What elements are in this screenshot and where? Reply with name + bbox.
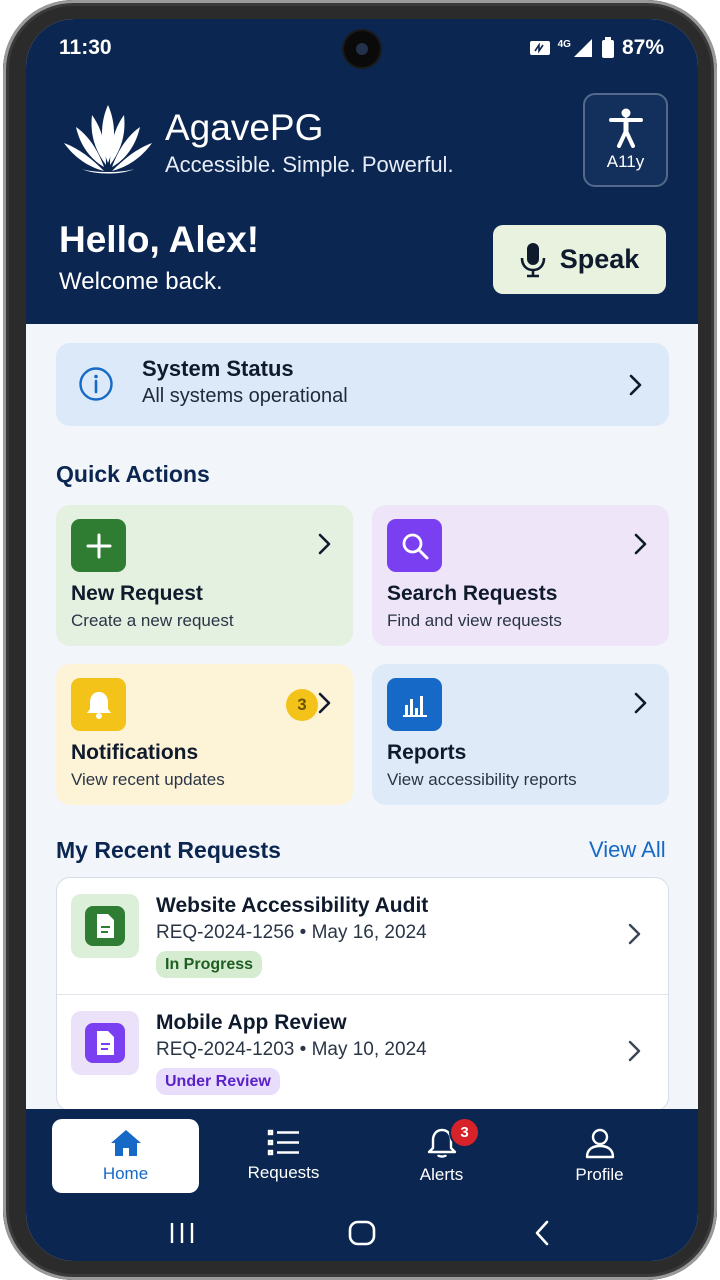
brand-block: AgavePG Accessible. Simple. Powerful. bbox=[62, 101, 462, 181]
reports-card[interactable]: Reports View accessibility reports bbox=[372, 664, 669, 805]
system-icons: 4G 87% bbox=[529, 36, 664, 60]
system-status-title: System Status bbox=[142, 356, 294, 381]
info-icon bbox=[79, 367, 113, 401]
request-meta: REQ-2024-1203 • May 10, 2024 bbox=[156, 1039, 427, 1060]
search-icon bbox=[387, 519, 442, 572]
new-request-subtitle: Create a new request bbox=[71, 611, 234, 630]
list-item[interactable]: Mobile App Review REQ-2024-1203 • May 10… bbox=[57, 994, 668, 1110]
nav-alerts-label: Alerts bbox=[419, 1165, 464, 1184]
search-requests-card[interactable]: Search Requests Find and view requests bbox=[372, 505, 669, 646]
quick-actions-title: Quick Actions bbox=[56, 461, 210, 487]
app-name: AgavePG bbox=[165, 107, 324, 148]
notifications-count-badge: 3 bbox=[286, 689, 318, 721]
recent-requests-title: My Recent Requests bbox=[56, 837, 281, 863]
notifications-card[interactable]: 3 Notifications View recent updates bbox=[56, 664, 353, 805]
system-status-subtitle: All systems operational bbox=[142, 385, 348, 407]
accessibility-person-icon bbox=[608, 108, 643, 148]
document-icon bbox=[71, 894, 139, 958]
chevron-right-icon bbox=[628, 923, 641, 945]
status-badge: In Progress bbox=[156, 951, 263, 978]
nav-profile[interactable]: Profile bbox=[526, 1119, 673, 1193]
system-status-card[interactable]: System Status All systems operational bbox=[56, 343, 669, 426]
battery-icon bbox=[601, 37, 614, 58]
list-item[interactable]: Website Accessibility Audit REQ-2024-125… bbox=[57, 878, 668, 994]
recent-requests-list: Website Accessibility Audit REQ-2024-125… bbox=[56, 877, 669, 1111]
chevron-right-icon bbox=[629, 374, 642, 396]
back-button[interactable] bbox=[512, 1205, 572, 1261]
bell-icon bbox=[71, 678, 126, 731]
app-header: 11:30 4G 87% AgavePG Accessible. Simple.… bbox=[26, 19, 698, 324]
user-icon bbox=[585, 1128, 614, 1159]
recent-apps-icon bbox=[170, 1223, 194, 1243]
bar-chart-icon bbox=[387, 678, 442, 731]
speak-button[interactable]: Speak bbox=[493, 225, 666, 294]
back-chevron-icon bbox=[535, 1220, 549, 1246]
agave-logo-icon bbox=[64, 105, 152, 174]
status-badge: Under Review bbox=[156, 1068, 280, 1095]
speak-label: Speak bbox=[559, 244, 640, 274]
request-meta: REQ-2024-1256 • May 16, 2024 bbox=[156, 922, 427, 943]
accessibility-label: A11y bbox=[606, 152, 645, 171]
chevron-right-icon bbox=[318, 692, 331, 714]
reports-subtitle: View accessibility reports bbox=[387, 770, 577, 789]
greeting-text: Hello, Alex! bbox=[59, 219, 260, 260]
request-title: Mobile App Review bbox=[156, 1011, 347, 1034]
nav-home[interactable]: Home bbox=[52, 1119, 199, 1193]
chevron-right-icon bbox=[628, 1040, 641, 1062]
plus-icon bbox=[71, 519, 126, 572]
request-title: Website Accessibility Audit bbox=[156, 894, 429, 917]
home-system-button[interactable] bbox=[332, 1205, 392, 1261]
nav-alerts[interactable]: 3 Alerts bbox=[368, 1119, 515, 1193]
nav-profile-label: Profile bbox=[575, 1165, 624, 1184]
new-request-title: New Request bbox=[71, 582, 203, 605]
battery-percent: 87% bbox=[621, 36, 664, 59]
home-icon bbox=[110, 1130, 141, 1156]
nfc-icon bbox=[529, 41, 550, 55]
search-requests-title: Search Requests bbox=[387, 582, 558, 605]
nav-home-label: Home bbox=[102, 1164, 149, 1183]
network-type: 4G bbox=[557, 38, 571, 50]
search-requests-subtitle: Find and view requests bbox=[387, 611, 562, 630]
list-icon bbox=[267, 1129, 299, 1156]
status-time: 11:30 bbox=[59, 36, 112, 59]
app-screen: 11:30 4G 87% AgavePG Accessible. Simple.… bbox=[26, 19, 698, 1261]
alerts-count-badge: 3 bbox=[451, 1119, 478, 1146]
app-tagline: Accessible. Simple. Powerful. bbox=[165, 152, 454, 177]
notifications-subtitle: View recent updates bbox=[71, 770, 225, 789]
front-camera bbox=[344, 31, 380, 67]
nav-requests-label: Requests bbox=[247, 1163, 320, 1182]
signal-icon bbox=[573, 39, 592, 57]
welcome-text: Welcome back. bbox=[59, 268, 223, 295]
home-square-icon bbox=[348, 1220, 376, 1246]
chevron-right-icon bbox=[634, 533, 647, 555]
chevron-right-icon bbox=[634, 692, 647, 714]
document-icon bbox=[71, 1011, 139, 1075]
nav-requests[interactable]: Requests bbox=[210, 1119, 357, 1193]
chevron-right-icon bbox=[318, 533, 331, 555]
notifications-title: Notifications bbox=[71, 741, 199, 764]
status-bar: 11:30 4G 87% bbox=[26, 19, 698, 77]
recent-apps-button[interactable] bbox=[152, 1205, 212, 1261]
reports-title: Reports bbox=[387, 741, 467, 764]
accessibility-button[interactable]: A11y bbox=[583, 93, 668, 187]
new-request-card[interactable]: New Request Create a new request bbox=[56, 505, 353, 646]
system-navigation-bar bbox=[26, 1205, 698, 1261]
bottom-navigation: Home Requests 3 Alerts Profile bbox=[26, 1109, 698, 1261]
view-all-link[interactable]: View All bbox=[589, 837, 666, 863]
phone-frame: 11:30 4G 87% AgavePG Accessible. Simple.… bbox=[3, 0, 717, 1280]
microphone-icon bbox=[520, 242, 546, 277]
